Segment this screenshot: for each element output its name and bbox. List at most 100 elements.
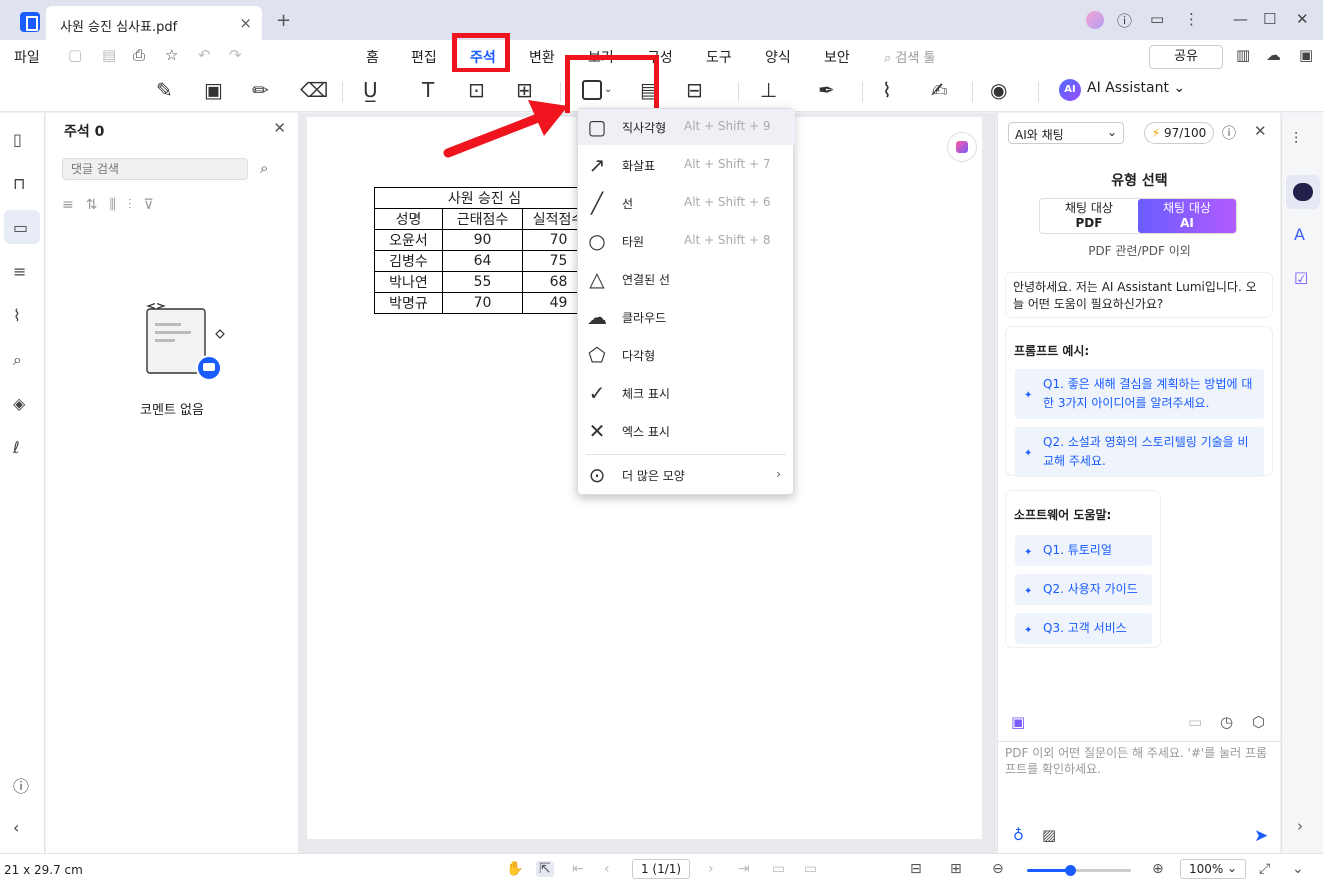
search-icon[interactable]: ⌕ [260,159,268,177]
filter-icon[interactable]: ⊽ [143,197,165,213]
text-icon[interactable]: T [422,78,434,102]
redo-icon[interactable]: ↷ [229,46,242,64]
ai-robot-button[interactable] [1286,175,1320,209]
print-icon[interactable]: ⎙ [133,46,145,64]
window-close-icon[interactable]: ✕ [1296,10,1309,28]
shape-item-polygon[interactable]: ⬠ 다각형 [578,337,795,373]
collapse-left-icon[interactable]: ‹ [13,818,19,837]
document-tab[interactable]: 사원 승진 심사표.pdf × [46,6,262,40]
menu-file[interactable]: 파일 [14,47,40,67]
eye-icon[interactable]: ◉ [990,78,1007,102]
save-icon[interactable]: ▢ [68,46,82,64]
attachment-icon[interactable]: ⌇ [882,78,892,102]
tab-close-icon[interactable]: × [239,14,252,32]
eraser-icon[interactable]: ⌫ [300,78,328,102]
page-number-input[interactable]: 1 (1/1) [632,859,690,879]
shape-item-cloud[interactable]: ☁ 클라우드 [578,299,795,335]
ai-chat-input[interactable]: PDF 이외 어떤 질문이든 해 주세요. '#'를 눌러 프롬프트를 확인하세… [998,741,1281,853]
settings-sliders-icon[interactable]: ⫶ [1294,129,1298,149]
pencil-icon[interactable]: ✏ [252,78,269,102]
sticky-note-icon[interactable]: ▣ [204,78,223,102]
menu-edit[interactable]: 편집 [411,47,437,67]
zoom-level-select[interactable]: 100% ⌄ [1180,859,1246,879]
bookmark-icon[interactable]: ⊓ [13,174,25,193]
signature-pen-icon[interactable]: ✒ [818,78,835,102]
translate-icon[interactable]: A [1294,225,1305,244]
ai-mode-select[interactable]: AI와 채팅 ⌄ [1008,122,1124,144]
page-thumbnail-icon[interactable]: ▯ [13,130,22,149]
new-chat-icon[interactable]: ▭ [1188,713,1202,731]
shape-item-line[interactable]: ╱ 선 Alt + Shift + 6 [578,185,795,221]
settings-icon[interactable]: ⬡ [1252,713,1265,731]
close-icon[interactable]: ✕ [273,119,286,137]
measure-icon[interactable]: ⊟ [686,78,703,102]
share-button[interactable]: 공유 [1149,45,1223,69]
help-icon[interactable]: ⓘ [13,773,29,797]
menu-convert[interactable]: 변환 [529,47,555,67]
sort-icon[interactable]: ⇅ [86,197,110,213]
avatar[interactable] [1086,11,1104,29]
collapse-down-icon[interactable]: ⌄ [1292,861,1304,877]
help-item-customer-service[interactable]: Q3. 고객 서비스 [1015,613,1152,644]
layers-list-icon[interactable]: ≡ [13,262,26,281]
close-icon[interactable]: ✕ [1254,122,1267,140]
send-icon[interactable]: ➤ [1254,826,1268,846]
stamp-icon[interactable]: ⊥ [760,78,777,102]
prompt-example-1[interactable]: Q1. 좋은 새해 결심을 계획하는 방법에 대한 3가지 아이디어를 알려주세… [1015,369,1264,419]
filter-user-icon[interactable]: ⫼ [109,197,127,213]
rotate-left-icon[interactable]: ▭ [772,861,785,877]
more-icon[interactable]: ⋮ [1184,10,1199,28]
shape-item-check[interactable]: ✓ 체크 표시 [578,375,795,411]
help-item-tutorial[interactable]: Q1. 튜토리얼 [1015,535,1152,566]
new-tab-icon[interactable]: + [276,10,291,31]
help-item-user-guide[interactable]: Q2. 사용자 가이드 [1015,574,1152,605]
layers-icon[interactable]: ◈ [13,394,25,413]
last-page-icon[interactable]: ⇥ [738,861,750,877]
collapse-right-icon[interactable]: › [1297,817,1303,835]
list-icon[interactable]: ≡ [62,197,86,213]
shape-item-more[interactable]: ⊙ 더 많은 모양 › [578,457,795,493]
undo-icon[interactable]: ↶ [198,46,211,64]
image-icon[interactable]: ▨ [1042,826,1056,844]
task-check-icon[interactable]: ☑ [1294,269,1308,288]
comment-icon[interactable]: ▭ [13,218,28,237]
ai-float-button[interactable] [947,132,977,162]
lightbulb-icon[interactable]: ♁ [1013,826,1024,844]
signature-icon[interactable]: ℓ [13,438,20,457]
zoom-in-icon[interactable]: ⊕ [1152,861,1164,877]
ai-assistant-button[interactable]: AI AI Assistant ⌄ [1059,79,1185,101]
minimize-icon[interactable]: — [1233,10,1248,28]
history-icon[interactable]: ◷ [1220,713,1233,731]
underline-icon[interactable]: U̲ [363,78,378,102]
shape-item-ellipse[interactable]: ○ 타원 Alt + Shift + 8 [578,223,795,259]
shape-item-arrow[interactable]: ↗ 화살표 Alt + Shift + 7 [578,147,795,183]
select-tool-icon[interactable]: ⇱ [536,861,554,877]
chat-target-ai-button[interactable]: 채팅 대상 AI [1138,199,1236,233]
page-layout-icon[interactable]: ⊟ [910,861,922,877]
cloud-upload-icon[interactable]: ☁ [1266,46,1281,64]
zoom-slider-handle[interactable] [1064,865,1076,876]
shape-item-rectangle[interactable]: ▢ 직사각형 Alt + Shift + 9 [578,109,795,145]
rotate-right-icon[interactable]: ▭ [804,861,817,877]
help-icon[interactable]: ⓘ [1117,10,1132,31]
hand-tool-icon[interactable]: ✋ [506,861,523,877]
message-icon[interactable]: ▭ [1150,10,1164,28]
prompt-example-2[interactable]: Q2. 소설과 영화의 스토리텔링 기술을 비교해 주세요. [1015,427,1264,477]
attachment-icon[interactable]: ⌇ [13,306,21,325]
filter-type-icon[interactable]: ⫶ [128,197,144,213]
menu-tools[interactable]: 도구 [706,47,732,67]
help-icon[interactable]: ⓘ [1222,123,1236,143]
shape-item-polyline[interactable]: △ 연결된 선 [578,261,795,297]
search-icon[interactable]: ⌕ [13,350,22,370]
zoom-out-icon[interactable]: ⊖ [992,861,1004,877]
scroll-mode-icon[interactable]: ⊞ [950,861,962,877]
fit-page-icon[interactable]: ⤢ [1259,861,1270,877]
maximize-icon[interactable]: ☐ [1263,10,1276,28]
menu-form[interactable]: 양식 [765,47,791,67]
chat-target-pdf-button[interactable]: 채팅 대상 PDF [1040,199,1138,233]
star-icon[interactable]: ☆ [165,46,178,64]
save-as-icon[interactable]: ▤ [102,46,116,64]
next-page-icon[interactable]: › [708,861,714,877]
window-icon[interactable]: ▣ [1299,46,1313,64]
shape-item-cross[interactable]: ✕ 엑스 표시 [578,413,795,449]
